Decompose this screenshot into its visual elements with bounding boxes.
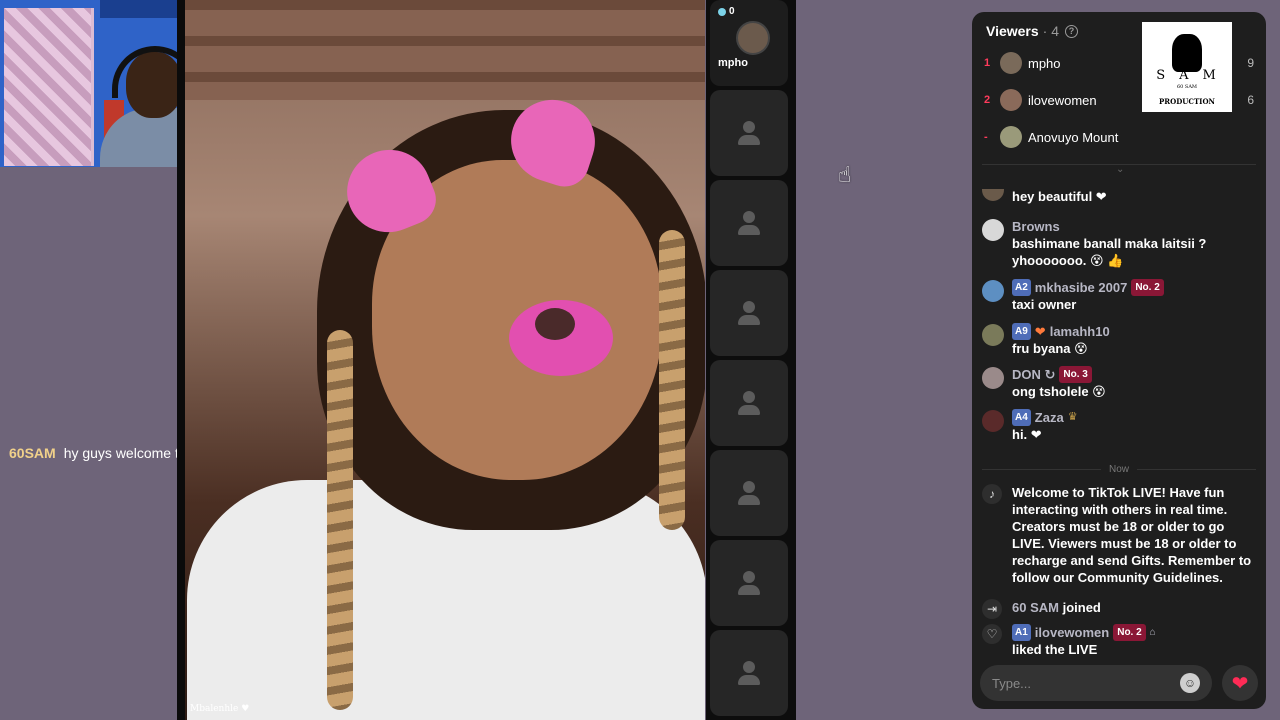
- chat-message: hey beautiful ❤: [982, 188, 1252, 205]
- chat-message: A2 mkhasibe 2007 No. 2 taxi owner: [982, 279, 1252, 313]
- event-username[interactable]: 60 SAM: [1012, 600, 1059, 615]
- viewer-name: Anovuyo Mount: [1028, 129, 1119, 145]
- help-icon[interactable]: ?: [1065, 24, 1079, 38]
- heart-icon: ❤: [1231, 672, 1249, 695]
- viewer-rank: 2: [984, 94, 991, 106]
- event-text: liked the LIVE: [1012, 642, 1098, 657]
- avatar: [982, 189, 1004, 201]
- crown-icon: ♛: [1067, 411, 1078, 423]
- empty-guest-slot[interactable]: [710, 180, 788, 266]
- video-watermark: Mbalenhle ♥: [190, 704, 250, 714]
- live-side-panel: Viewers · 4 ? 1 mpho 9 2 ilovewomen 6 - …: [972, 12, 1266, 709]
- avatar: [1000, 89, 1022, 111]
- empty-guest-slot[interactable]: [710, 540, 788, 626]
- overlay-comment-name: 60SAM: [9, 445, 56, 461]
- viewer-name: mpho: [1028, 55, 1061, 71]
- rank-badge: No. 3: [1059, 366, 1092, 383]
- empty-guest-slot[interactable]: [710, 630, 788, 716]
- chat-message: A4 Zaza ♛ hi. ❤: [982, 409, 1252, 443]
- emoji-icon[interactable]: ☺: [1180, 673, 1200, 693]
- avatar: [982, 219, 1004, 241]
- viewers-title: Viewers: [986, 23, 1039, 39]
- heart-outline-icon: ♡: [982, 624, 1002, 644]
- rank-badge: No. 2: [1131, 279, 1164, 296]
- person-icon: [737, 211, 761, 235]
- diamond-icon: [718, 7, 726, 16]
- avatar: [736, 21, 770, 55]
- chat-input[interactable]: [992, 675, 1180, 691]
- chat-text: hey beautiful ❤: [1012, 189, 1107, 204]
- event-username[interactable]: ilovewomen: [1035, 624, 1109, 641]
- chat-message: DON ↻ No. 3 ong tsholele 😵: [982, 366, 1252, 400]
- chat-message: A9 ❤ lamahh10 fru byana 😵: [982, 323, 1252, 357]
- viewers-header: Viewers · 4 ?: [986, 23, 1079, 39]
- guest-slots: 0 mpho: [706, 0, 796, 720]
- viewer-name: ilovewomen: [1028, 92, 1097, 108]
- viewer-score: 6: [1247, 93, 1254, 107]
- gorilla-logo-icon: [1172, 34, 1202, 72]
- host-slot-name: mpho: [718, 57, 748, 69]
- chat-username[interactable]: Browns: [1012, 218, 1252, 235]
- viewer-row[interactable]: - Anovuyo Mount: [984, 126, 1254, 148]
- chat-text: ong tsholele 😵: [1012, 384, 1106, 399]
- person-icon: [737, 301, 761, 325]
- avatar: [1000, 126, 1022, 148]
- host-slot[interactable]: 0 mpho: [710, 0, 788, 86]
- chat-text: taxi owner: [1012, 297, 1077, 312]
- house-icon: ⌂: [1149, 627, 1156, 638]
- chat-username[interactable]: mkhasibe 2007: [1035, 279, 1128, 296]
- curtain-decor: [4, 8, 94, 166]
- hand-cursor-icon: ☝: [838, 162, 852, 187]
- avatar: [982, 280, 1004, 302]
- chat-username[interactable]: Zaza: [1035, 409, 1064, 426]
- like-event: ♡ A1 ilovewomen No. 2 ⌂ liked the LIVE: [982, 624, 1256, 658]
- chat-text: bashimane banall maka laitsii ? yhoooooo…: [1012, 236, 1207, 268]
- chevron-down-icon[interactable]: ⌄: [1116, 164, 1124, 175]
- level-badge: A1: [1012, 624, 1031, 641]
- rank-badge: No. 2: [1113, 624, 1146, 641]
- person-icon: [737, 391, 761, 415]
- chat-input-bar: ☺: [980, 665, 1212, 701]
- live-video[interactable]: Mbalenhle ♥: [177, 0, 705, 720]
- empty-guest-slot[interactable]: [710, 270, 788, 356]
- chat-username[interactable]: lamahh10: [1050, 323, 1110, 340]
- empty-guest-slot[interactable]: [710, 360, 788, 446]
- welcome-text: Welcome to TikTok LIVE! Have fun interac…: [1012, 485, 1252, 585]
- system-welcome-message: ♪ Welcome to TikTok LIVE! Have fun inter…: [982, 484, 1256, 586]
- person-icon: [737, 121, 761, 145]
- enter-icon: ⇥: [982, 599, 1002, 619]
- level-badge: A2: [1012, 279, 1031, 296]
- avatar: [1000, 52, 1022, 74]
- viewer-rank: 1: [984, 57, 991, 69]
- avatar: [982, 367, 1004, 389]
- chat-message: Browns bashimane banall maka laitsii ? y…: [982, 218, 1252, 269]
- join-event: ⇥ 60 SAM joined: [982, 599, 1256, 619]
- now-divider: Now: [982, 463, 1257, 475]
- empty-guest-slot[interactable]: [710, 90, 788, 176]
- level-badge: A9: [1012, 323, 1031, 340]
- viewer-rank: -: [984, 131, 988, 143]
- viewer-score: 9: [1247, 56, 1254, 70]
- avatar: [982, 324, 1004, 346]
- person-icon: [737, 481, 761, 505]
- event-text: joined: [1062, 600, 1101, 615]
- heart-badge-icon: ❤: [1034, 324, 1046, 339]
- chat-text: fru byana 😵: [1012, 341, 1088, 356]
- person-icon: [737, 571, 761, 595]
- person-icon: [737, 661, 761, 685]
- empty-guest-slot[interactable]: [710, 450, 788, 536]
- chat-text: hi. ❤: [1012, 427, 1042, 442]
- avatar: [982, 410, 1004, 432]
- like-button[interactable]: ❤: [1222, 665, 1258, 701]
- viewers-count: · 4: [1042, 23, 1060, 39]
- level-badge: A4: [1012, 409, 1031, 426]
- channel-logo: SAM 60 SAM PRODUCTION: [1142, 22, 1232, 112]
- chat-username[interactable]: DON ↻: [1012, 366, 1055, 383]
- host-slot-count: 0: [718, 6, 735, 17]
- tiktok-icon: ♪: [982, 484, 1002, 504]
